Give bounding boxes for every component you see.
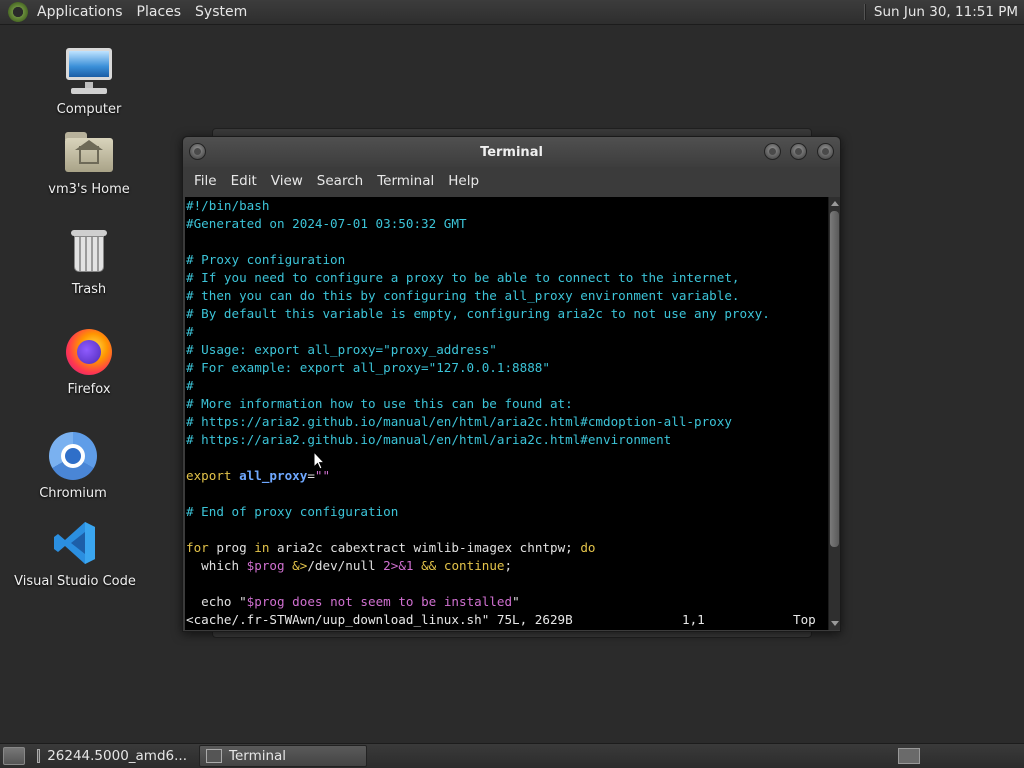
mouse-cursor-icon [313, 451, 325, 470]
code-line: # More information how to use this can b… [186, 396, 573, 411]
top-panel: Applications Places System Sun Jun 30, 1… [0, 0, 1024, 25]
terminal-window[interactable]: Terminal File Edit View Search Terminal … [182, 136, 841, 632]
menu-view[interactable]: View [264, 173, 310, 189]
desktop-icon-label: Visual Studio Code [14, 574, 136, 589]
menu-search[interactable]: Search [310, 173, 370, 189]
desktop-icon-vscode[interactable]: Visual Studio Code [10, 518, 140, 590]
menu-help[interactable]: Help [441, 173, 486, 189]
panel-separator [863, 4, 866, 20]
desktop-icon-label: Chromium [39, 486, 107, 501]
trash-icon [63, 226, 115, 278]
clock[interactable]: Sun Jun 30, 11:51 PM [874, 4, 1024, 20]
code-line: echo "$prog does not seem to be installe… [186, 594, 520, 609]
window-title: Terminal [480, 144, 543, 160]
top-panel-right: Sun Jun 30, 11:51 PM [863, 0, 1024, 24]
desktop-icon-label: Firefox [67, 382, 111, 397]
firefox-icon [63, 326, 115, 378]
desktop-icon-label: Computer [56, 102, 122, 117]
file-manager-icon [37, 749, 41, 763]
menu-places[interactable]: Places [130, 0, 189, 25]
desktop-icon-trash[interactable]: Trash [24, 226, 154, 298]
taskbar-item-terminal[interactable]: Terminal [199, 745, 367, 767]
window-titlebar[interactable]: Terminal [183, 137, 840, 167]
close-button[interactable] [817, 143, 834, 160]
code-line: # [186, 324, 194, 339]
code-line: # End of proxy configuration [186, 504, 399, 519]
code-line: # For example: export all_proxy="127.0.0… [186, 360, 550, 375]
editor-lines: #!/bin/bash #Generated on 2024-07-01 03:5… [185, 197, 828, 611]
menu-terminal[interactable]: Terminal [370, 173, 441, 189]
vim-status-line: <cache/.fr-STWAwn/uup_download_linux.sh"… [185, 611, 828, 629]
taskbar-item-label: Terminal [229, 748, 287, 764]
status-scroll-position: Top [793, 612, 816, 627]
scrollbar-thumb[interactable] [830, 211, 839, 547]
status-file-info: <cache/.fr-STWAwn/uup_download_linux.sh"… [186, 612, 573, 627]
terminal-content[interactable]: #!/bin/bash #Generated on 2024-07-01 03:5… [185, 197, 828, 630]
menu-applications[interactable]: Applications [30, 0, 130, 25]
show-desktop-button[interactable] [3, 747, 25, 765]
desktop-icon-label: Trash [71, 282, 107, 297]
maximize-button[interactable] [790, 143, 807, 160]
taskbar-item-label: 26244.5000_amd6... [47, 748, 187, 764]
code-line: # [186, 378, 194, 393]
code-line: # https://aria2.github.io/manual/en/html… [186, 414, 732, 429]
terminal-menubar: File Edit View Search Terminal Help [183, 167, 840, 195]
code-line: # https://aria2.github.io/manual/en/html… [186, 432, 672, 447]
code-line: #!/bin/bash [186, 198, 270, 213]
desktop-icon-home[interactable]: vm3's Home [24, 126, 154, 198]
code-line: # Usage: export all_proxy="proxy_address… [186, 342, 497, 357]
home-folder-icon [63, 126, 115, 178]
desktop-icon-chromium[interactable]: Chromium [8, 430, 138, 502]
code-line: which $prog &>/dev/null 2>&1 && continue… [186, 558, 513, 573]
desktop-icon-computer[interactable]: Computer [24, 46, 154, 118]
code-line: for prog in aria2c cabextract wimlib-ima… [186, 540, 596, 555]
terminal-icon [206, 749, 222, 763]
top-panel-menu: Applications Places System [0, 0, 254, 24]
menu-file[interactable]: File [187, 173, 224, 189]
menu-edit[interactable]: Edit [224, 173, 264, 189]
workspace-switcher[interactable] [898, 748, 920, 764]
desktop-icon-firefox[interactable]: Firefox [24, 326, 154, 398]
minimize-button[interactable] [764, 143, 781, 160]
computer-icon [63, 46, 115, 98]
menu-system[interactable]: System [188, 0, 254, 25]
code-line: # By default this variable is empty, con… [186, 306, 770, 321]
code-line: #Generated on 2024-07-01 03:50:32 GMT [186, 216, 467, 231]
window-menu-button[interactable] [189, 143, 206, 160]
scroll-up-arrow-icon[interactable] [831, 201, 839, 206]
chromium-icon [47, 430, 99, 482]
code-line: # then you can do this by configuring th… [186, 288, 740, 303]
mate-logo-icon[interactable] [8, 2, 28, 22]
scroll-down-arrow-icon[interactable] [831, 621, 839, 626]
terminal-scrollbar[interactable] [828, 197, 840, 630]
code-line: # If you need to configure a proxy to be… [186, 270, 740, 285]
desktop-icon-label: vm3's Home [48, 182, 130, 197]
code-line: # Proxy configuration [186, 252, 346, 267]
code-line: export all_proxy="" [186, 468, 331, 483]
vscode-icon [49, 518, 101, 570]
status-cursor-position: 1,1 [682, 612, 705, 627]
taskbar-item-file-manager[interactable]: 26244.5000_amd6... [31, 745, 193, 767]
bottom-taskbar: 26244.5000_amd6... Terminal [0, 743, 1024, 768]
